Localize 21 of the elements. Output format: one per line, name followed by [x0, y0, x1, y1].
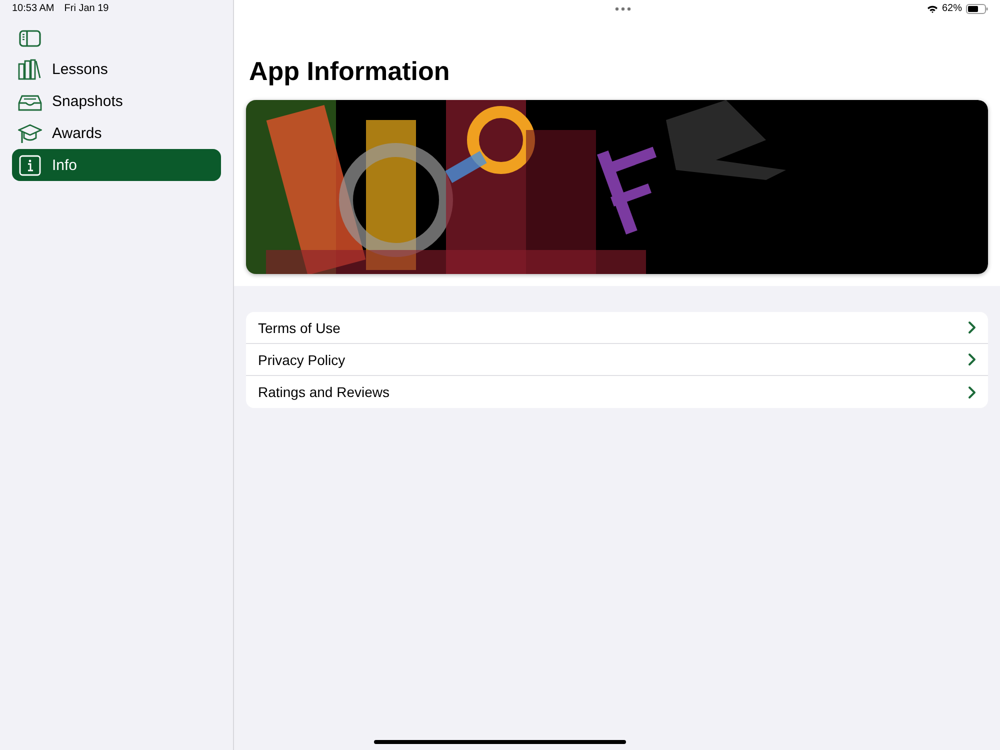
status-time: 10:53 AM [12, 3, 54, 16]
sidebar-item[interactable]: Awards [12, 117, 221, 149]
battery-icon [966, 4, 988, 14]
list-row[interactable]: Ratings and Reviews [246, 376, 988, 408]
sidebar-item[interactable]: Snapshots [12, 85, 221, 117]
sidebar-item[interactable]: Info [12, 149, 221, 181]
page-title: App Information [249, 56, 451, 88]
graduation-cap-icon [18, 122, 42, 144]
info-icon [18, 154, 42, 176]
status-date: Fri Jan 19 [64, 3, 109, 16]
books-icon [18, 58, 42, 80]
sidebar-item[interactable]: Lessons [12, 53, 221, 85]
sidebar-toggle-button[interactable] [19, 30, 41, 47]
chevron-icon [968, 353, 976, 366]
wifi-icon [926, 4, 938, 12]
multitasking-dots-icon[interactable] [615, 7, 631, 11]
chevron-icon [968, 321, 976, 334]
list-row[interactable]: Terms of Use [246, 312, 988, 344]
list-row[interactable]: Privacy Policy [246, 344, 988, 376]
chevron-icon [968, 386, 976, 398]
battery-percentage: 62% [942, 3, 962, 14]
